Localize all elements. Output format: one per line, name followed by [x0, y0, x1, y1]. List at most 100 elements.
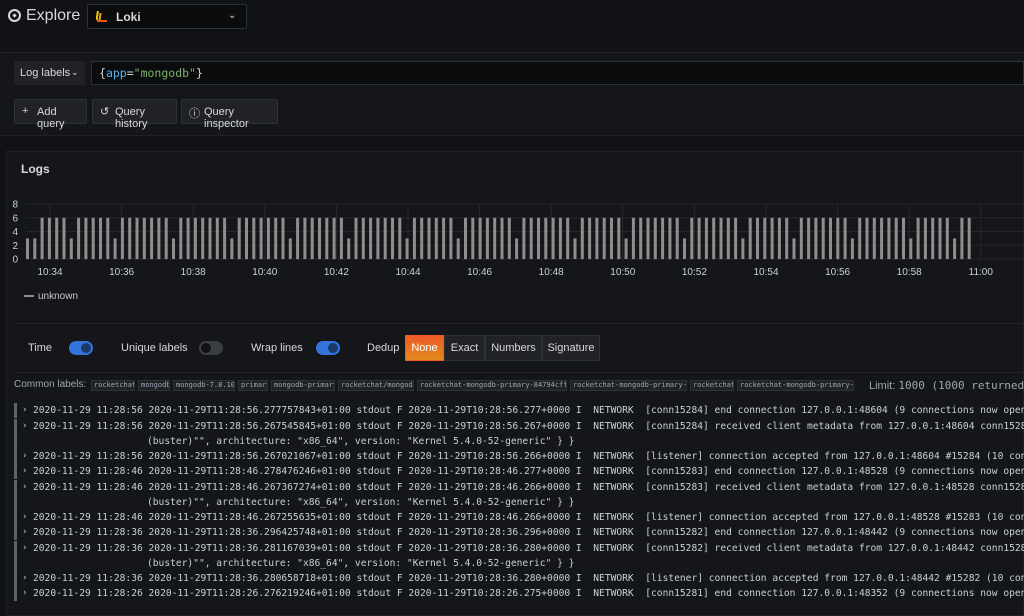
log-level-bar: [14, 448, 17, 464]
volume-bar: [880, 217, 884, 260]
volume-bar: [398, 217, 402, 260]
chevron-right-icon[interactable]: ›: [22, 403, 27, 418]
volume-bar: [690, 217, 694, 260]
volume-bar: [558, 217, 562, 260]
log-row[interactable]: › 2020-11-29 11:28:46 2020-11-29T11:28:46…: [14, 464, 1024, 479]
log-row[interactable]: › 2020-11-29 11:28:46 2020-11-29T11:28:46…: [14, 509, 1024, 525]
chevron-right-icon[interactable]: ›: [22, 541, 27, 556]
volume-bar: [734, 217, 738, 260]
volume-bar: [201, 217, 205, 260]
log-row[interactable]: › 2020-11-29 11:28:56 2020-11-29T11:28:56…: [14, 448, 1024, 464]
volume-bar: [339, 217, 343, 260]
dedup-signature-button[interactable]: Signature: [542, 335, 600, 361]
time-toggle-label: Time: [28, 342, 53, 354]
time-toggle[interactable]: [69, 341, 93, 355]
log-level-bar: [14, 586, 17, 601]
chevron-right-icon[interactable]: ›: [22, 480, 27, 495]
log-level-bar: [14, 525, 17, 540]
log-level-bar: [14, 418, 17, 434]
add-query-button[interactable]: + Add query: [14, 99, 87, 130]
wrap-lines-toggle[interactable]: [316, 341, 340, 355]
volume-bar: [566, 217, 570, 260]
log-level-bar: [14, 555, 17, 571]
log-row[interactable]: › 2020-11-29 11:28:56 2020-11-29T11:28:56…: [14, 418, 1024, 434]
volume-bar: [595, 217, 599, 260]
unique-labels-toggle-label: Unique labels: [121, 342, 188, 354]
chevron-right-icon[interactable]: ›: [22, 510, 27, 525]
volume-bar: [588, 217, 592, 260]
volume-bar: [84, 217, 88, 260]
common-label-tag: rocketchat-mongodb-primary-84794cff5: [417, 380, 567, 391]
log-row-continuation: (buster)"", architecture: "x86_64", vers…: [14, 555, 1024, 571]
query-inspector-button[interactable]: ⓘ Query inspector: [181, 99, 278, 130]
volume-bar: [500, 217, 504, 260]
volume-bar: [26, 238, 29, 259]
volume-bar: [617, 217, 621, 260]
history-icon: ↺: [100, 106, 110, 118]
log-message: 2020-11-29 11:28:26 2020-11-29T11:28:26.…: [33, 588, 1024, 599]
x-tick-label: 10:44: [395, 267, 420, 278]
volume-bar: [704, 217, 708, 260]
x-tick-label: 10:40: [252, 267, 277, 278]
log-row[interactable]: › 2020-11-29 11:28:36 2020-11-29T11:28:36…: [14, 525, 1024, 540]
volume-bar: [33, 238, 37, 259]
x-tick-label: 10:56: [825, 267, 850, 278]
chevron-right-icon[interactable]: ›: [22, 525, 27, 540]
log-message: 2020-11-29 11:28:46 2020-11-29T11:28:46.…: [33, 511, 1024, 523]
log-row[interactable]: › 2020-11-29 11:28:26 2020-11-29T11:28:26…: [14, 586, 1024, 601]
query-brace-close: }: [195, 66, 203, 80]
chevron-right-icon[interactable]: ›: [22, 419, 27, 434]
volume-bar: [821, 217, 825, 260]
dedup-numbers-button[interactable]: Numbers: [485, 335, 542, 361]
volume-bar: [741, 238, 745, 259]
x-tick-label: 10:34: [37, 267, 62, 278]
volume-bar: [902, 217, 905, 260]
query-history-button[interactable]: ↺ Query history: [92, 99, 177, 130]
log-row[interactable]: › 2020-11-29 11:28:36 2020-11-29T11:28:36…: [14, 540, 1024, 556]
dedup-label: Dedup: [367, 342, 400, 354]
toggle-knob: [201, 343, 211, 353]
query-input[interactable]: {app="mongodb"}: [91, 61, 1024, 85]
chevron-right-icon[interactable]: ›: [22, 449, 27, 464]
loki-logo-icon: [96, 11, 107, 22]
common-label-tag: mongodb: [138, 380, 170, 391]
volume-bar: [799, 217, 803, 260]
log-row[interactable]: › 2020-11-29 11:28:46 2020-11-29T11:28:46…: [14, 479, 1024, 495]
datasource-picker[interactable]: Loki ⌄: [87, 4, 247, 29]
common-labels-title: Common labels:: [14, 379, 87, 390]
volume-bar: [442, 217, 446, 260]
volume-bar: [47, 217, 51, 260]
log-level-bar: [14, 479, 17, 495]
log-message: 2020-11-29 11:28:46 2020-11-29T11:28:46.…: [33, 466, 1024, 477]
dedup-none-button[interactable]: None: [405, 335, 444, 361]
volume-bar: [829, 217, 832, 260]
volume-bar: [748, 217, 752, 260]
common-label-tag: rocketchat-mongodb-primary-0: [737, 380, 854, 391]
chevron-right-icon[interactable]: ›: [22, 571, 27, 586]
volume-bar: [150, 217, 154, 260]
volume-bar: [537, 217, 540, 260]
log-row[interactable]: › 2020-11-29 11:28:36 2020-11-29T11:28:36…: [14, 570, 1024, 586]
chevron-down-icon: ⌄: [228, 10, 237, 21]
volume-bar: [266, 217, 270, 260]
volume-bar: [529, 217, 533, 260]
unique-labels-toggle[interactable]: [199, 341, 223, 355]
limit-info: Limit: 1000 (1000 returned): [869, 379, 1024, 392]
chevron-right-icon[interactable]: ›: [22, 586, 27, 601]
volume-bar: [106, 217, 110, 260]
volume-bar: [697, 217, 701, 260]
volume-bar: [858, 217, 862, 260]
volume-bar: [40, 217, 44, 260]
query-label-key: app: [105, 66, 127, 80]
volume-bar: [456, 238, 460, 259]
log-rows: › 2020-11-29 11:28:56 2020-11-29T11:28:56…: [14, 403, 1024, 616]
log-row-continuation: (buster)"", architecture: "x86_64", vers…: [14, 494, 1024, 510]
legend-label[interactable]: unknown: [38, 291, 78, 302]
common-label-tag: rocketchat: [91, 380, 135, 391]
chevron-right-icon[interactable]: ›: [22, 464, 27, 479]
log-row[interactable]: › 2020-11-29 11:28:56 2020-11-29T11:28:56…: [14, 403, 1024, 418]
chevron-down-icon: ⌄: [71, 67, 79, 77]
volume-bar: [814, 217, 818, 260]
dedup-exact-button[interactable]: Exact: [444, 335, 485, 361]
log-labels-button[interactable]: Log labels ⌄: [14, 61, 85, 85]
